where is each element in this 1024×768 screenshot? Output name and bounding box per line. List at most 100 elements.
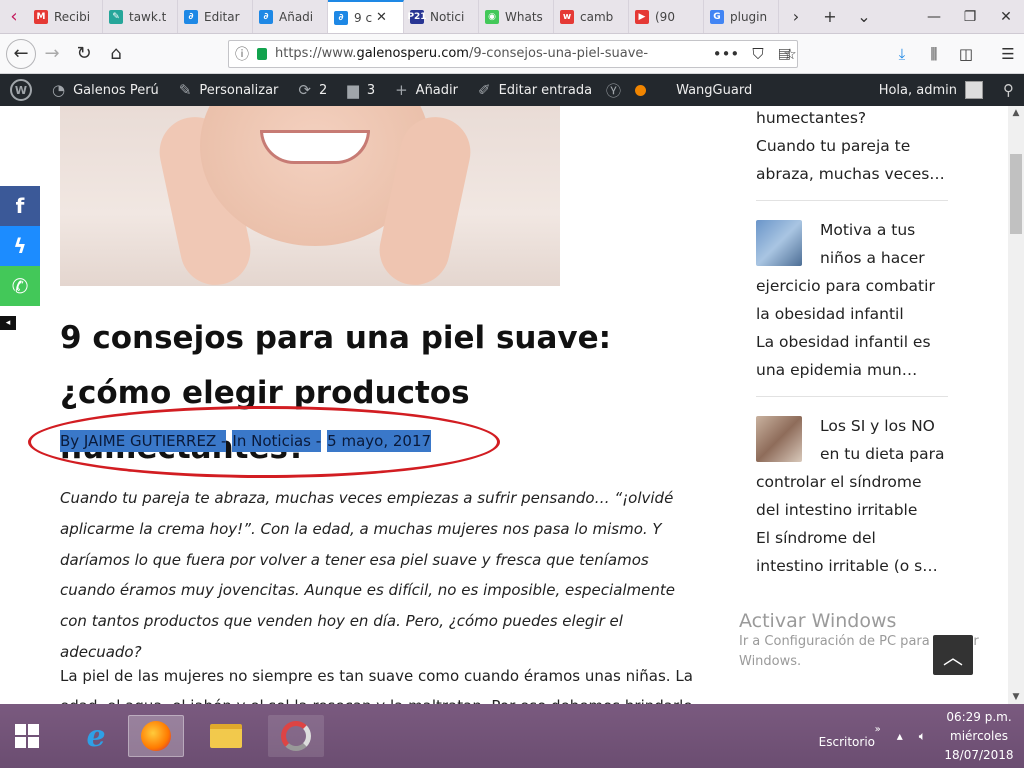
wp-bar-right: Hola, admin ⚲ bbox=[869, 74, 1024, 106]
forward-button[interactable]: → bbox=[36, 38, 68, 70]
facebook-share-button[interactable]: f bbox=[0, 186, 40, 226]
volume-icon[interactable]: 🔈︎ bbox=[911, 729, 934, 744]
taskbar-app[interactable] bbox=[268, 715, 324, 757]
tab-favicon-icon: ▶ bbox=[635, 9, 649, 24]
taskbar-ie[interactable]: e bbox=[68, 715, 124, 757]
scroll-to-top-button[interactable]: ︿ bbox=[933, 635, 973, 675]
comments-icon: ▆ bbox=[347, 81, 359, 99]
tab-label: (90 bbox=[655, 9, 675, 24]
add-new-link[interactable]: + Añadir bbox=[385, 74, 468, 106]
featured-image bbox=[60, 106, 560, 286]
yoast-link[interactable]: Ⓨ bbox=[602, 74, 625, 106]
menu-icon[interactable]: ☰ bbox=[992, 38, 1024, 70]
meta-author[interactable]: By JAIME GUTIERREZ - bbox=[60, 430, 227, 452]
info-icon[interactable]: ⓘ bbox=[235, 44, 249, 64]
url-path: /9-consejos-una-piel-suave- bbox=[468, 46, 649, 61]
tab-close-icon[interactable]: ✕ bbox=[376, 10, 387, 25]
facebook-icon: f bbox=[15, 194, 25, 218]
start-button[interactable] bbox=[0, 704, 54, 768]
back-button[interactable]: ← bbox=[6, 38, 36, 69]
url-domain: galenosperu.com bbox=[356, 46, 469, 61]
yoast-icon: Ⓨ bbox=[606, 81, 622, 100]
tab-label: Notici bbox=[430, 9, 465, 24]
tab-8[interactable]: ▶ (90 bbox=[629, 0, 704, 33]
page-actions-icon[interactable]: ••• bbox=[710, 38, 742, 70]
tab-9[interactable]: Gplugin bbox=[704, 0, 779, 33]
tab-0[interactable]: M Recibi bbox=[28, 0, 103, 33]
messenger-share-button[interactable]: ϟ bbox=[0, 226, 40, 266]
vertical-scrollbar[interactable]: ▲ ▼ bbox=[1008, 106, 1024, 704]
tab-label: Recibi bbox=[54, 9, 91, 24]
tab-list-chevron-icon[interactable]: ⌄ bbox=[847, 0, 881, 33]
pocket-icon[interactable]: ⛉ bbox=[742, 38, 774, 70]
share-toggle-icon[interactable]: ◂ bbox=[0, 316, 16, 330]
tab-label: plugin bbox=[730, 9, 768, 24]
lock-icon[interactable] bbox=[257, 47, 267, 60]
whatsapp-share-button[interactable]: ✆ bbox=[0, 266, 40, 306]
sidebar-post-2[interactable]: Los SI y los NO en tu dieta para control… bbox=[756, 396, 948, 592]
sidebar-post-1-excerpt: La obesidad infantil es una epidemia mun… bbox=[756, 333, 931, 379]
desktop-toolbar[interactable]: » Escritorio bbox=[811, 724, 889, 749]
reload-button[interactable]: ↻ bbox=[68, 38, 100, 70]
restore-icon[interactable]: ❐ bbox=[952, 0, 988, 33]
site-name-link[interactable]: ◔ Galenos Perú bbox=[42, 74, 169, 106]
tab-4[interactable]: ∂ 9 c ✕ bbox=[328, 0, 404, 33]
post-intro: Cuando tu pareja te abraza, muchas veces… bbox=[60, 489, 676, 661]
download-icon[interactable]: ⤓ bbox=[886, 38, 918, 70]
brush-icon: ✎ bbox=[178, 81, 192, 99]
tab-favicon-icon: G bbox=[710, 9, 724, 24]
tab-favicon-icon: M bbox=[34, 9, 48, 24]
sidebar-post-1-thumbnail[interactable] bbox=[756, 220, 802, 266]
sidebar-post-2-thumbnail[interactable] bbox=[756, 416, 802, 462]
taskbar-explorer[interactable] bbox=[198, 715, 254, 757]
customize-link[interactable]: ✎ Personalizar bbox=[169, 74, 289, 106]
windows-taskbar: e » Escritorio ▴ 🔈︎ 06:29 p.m. miércoles… bbox=[0, 704, 1024, 768]
watermark-title: Activar Windows bbox=[739, 610, 897, 632]
windows-logo-icon bbox=[15, 724, 39, 748]
tab-label: Editar bbox=[204, 9, 240, 24]
tab-strip: ‹ M Recibi ✎ tawk.t ∂ Editar ∂ Añadi ∂ 9 c ✕ P21 Not… bbox=[0, 0, 1024, 34]
tab-scroll-left-icon[interactable]: ‹ bbox=[0, 0, 28, 33]
home-button[interactable]: ⌂ bbox=[100, 38, 132, 70]
tab-label: Whats bbox=[505, 9, 543, 24]
updates-link[interactable]: ⟳ 2 bbox=[288, 74, 337, 106]
sidebar-icon[interactable]: ◫ bbox=[950, 38, 982, 70]
meta-category[interactable]: In Noticias - bbox=[232, 430, 322, 452]
tab-favicon-icon: w bbox=[560, 9, 574, 24]
bookmark-star-icon[interactable]: ☆ bbox=[774, 38, 806, 70]
tray-chevron-icon[interactable]: ▴ bbox=[889, 729, 911, 743]
minimize-icon[interactable]: — bbox=[916, 0, 952, 33]
sidebar-post-1[interactable]: Motiva a tus niños a hacer ejercicio par… bbox=[756, 200, 948, 396]
edit-post-link[interactable]: ✐ Editar entrada bbox=[468, 74, 602, 106]
clock-day: miércoles bbox=[950, 728, 1008, 743]
plus-icon: + bbox=[395, 81, 408, 99]
tab-scroll-right-icon[interactable]: › bbox=[779, 0, 813, 33]
search-button[interactable]: ⚲ bbox=[993, 74, 1024, 106]
new-tab-icon[interactable]: + bbox=[813, 0, 847, 33]
scroll-up-icon[interactable]: ▲ bbox=[1008, 106, 1024, 120]
scroll-down-icon[interactable]: ▼ bbox=[1008, 690, 1024, 704]
sidebar-top-excerpt: Cuando tu pareja te abraza, muchas veces… bbox=[756, 137, 945, 183]
meta-date: 5 mayo, 2017 bbox=[327, 430, 432, 452]
url-text[interactable]: https://www.galenosperu.com/9-consejos-u… bbox=[275, 46, 772, 61]
tab-7[interactable]: w camb bbox=[554, 0, 629, 33]
tab-3[interactable]: ∂ Añadi bbox=[253, 0, 328, 33]
comments-link[interactable]: ▆ 3 bbox=[337, 74, 385, 106]
tab-6[interactable]: ◉ Whats bbox=[479, 0, 554, 33]
clock-date: 18/07/2018 bbox=[944, 747, 1014, 762]
close-window-icon[interactable]: ✕ bbox=[988, 0, 1024, 33]
account-link[interactable]: Hola, admin bbox=[869, 74, 993, 106]
sidebar-top-title[interactable]: humectantes? bbox=[756, 106, 948, 132]
folder-icon bbox=[210, 724, 242, 748]
scrollbar-thumb[interactable] bbox=[1010, 154, 1022, 234]
clock[interactable]: 06:29 p.m. miércoles 18/07/2018 bbox=[934, 708, 1024, 765]
add-label: Añadir bbox=[415, 82, 458, 98]
taskbar-firefox[interactable] bbox=[128, 715, 184, 757]
library-icon[interactable]: ⫼ bbox=[918, 38, 950, 70]
tab-2[interactable]: ∂ Editar bbox=[178, 0, 253, 33]
wp-logo-button[interactable]: W bbox=[0, 74, 42, 106]
wordpress-icon: W bbox=[10, 79, 32, 101]
tab-5[interactable]: P21 Notici bbox=[404, 0, 479, 33]
wangguard-link[interactable]: WangGuard bbox=[666, 74, 762, 106]
tab-1[interactable]: ✎ tawk.t bbox=[103, 0, 178, 33]
